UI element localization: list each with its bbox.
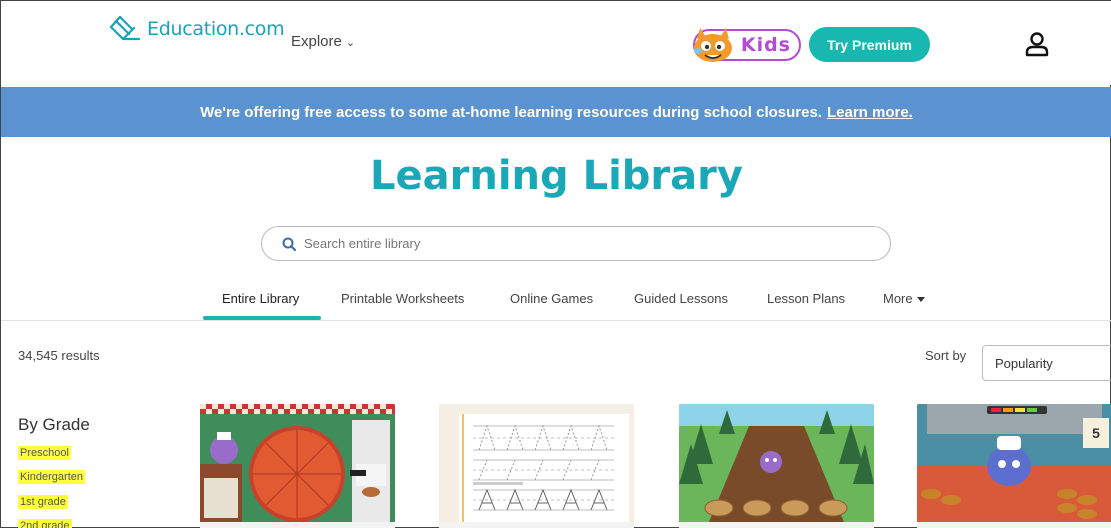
sort-select[interactable]: Popularity (982, 345, 1111, 381)
tab-lesson-plans[interactable]: Lesson Plans (767, 291, 845, 306)
burger-cat-game-card[interactable]: 5 (917, 404, 1111, 528)
grade-filter-preschool[interactable]: Preschool (18, 446, 71, 460)
card-footer (200, 522, 395, 528)
library-tabs: Entire Library Printable Worksheets Onli… (1, 291, 1111, 321)
card-footer (679, 522, 874, 528)
kids-mascot-icon (694, 28, 732, 62)
page-title: Learning Library (370, 153, 743, 199)
forest-monster-game-card[interactable] (679, 404, 874, 528)
banner-message: We're offering free access to some at-ho… (200, 103, 822, 121)
card-footer (917, 522, 1111, 528)
tabs-divider (1, 320, 1111, 321)
kids-label: Kids (740, 34, 791, 56)
sort-select-value: Popularity (995, 355, 1053, 371)
grade-filter-1st-grade[interactable]: 1st grade (18, 495, 68, 509)
caret-down-icon (916, 297, 925, 303)
tab-printable-worksheets[interactable]: Printable Worksheets (341, 291, 464, 306)
chevron-down-icon: ⌄ (345, 37, 356, 49)
explore-menu[interactable]: Explore ⌄ (291, 33, 355, 50)
education-logo[interactable]: Education.com (107, 13, 285, 45)
by-grade-heading: By Grade (18, 415, 90, 434)
card-thumbnail (439, 404, 634, 522)
tab-more-label: More (883, 291, 913, 306)
pizza-game-card[interactable] (200, 404, 395, 528)
results-count: 34,545 results (18, 348, 100, 363)
card-footer (439, 522, 634, 528)
top-navigation-bar: Education.com Explore ⌄ Kids Try Premium (1, 1, 1111, 85)
tab-entire-library[interactable]: Entire Library (222, 291, 299, 306)
search-icon (282, 237, 296, 251)
search-input[interactable] (304, 236, 864, 251)
card-thumbnail (200, 404, 395, 522)
tab-more[interactable]: More (883, 291, 925, 306)
learn-more-link[interactable]: Learn more. (827, 104, 913, 121)
tab-online-games[interactable]: Online Games (510, 291, 593, 306)
tab-guided-lessons[interactable]: Guided Lessons (634, 291, 728, 306)
logo-text: Education.com (147, 18, 285, 40)
explore-label: Explore (291, 33, 342, 50)
kids-link[interactable]: Kids (693, 28, 801, 62)
user-icon[interactable] (1025, 31, 1049, 57)
grade-filter-2nd-grade[interactable]: 2nd grade (18, 519, 72, 528)
letter-tracing-worksheet-card[interactable] (439, 404, 634, 528)
try-premium-button[interactable]: Try Premium (809, 27, 930, 62)
card-thumbnail (679, 404, 874, 522)
school-closure-banner: We're offering free access to some at-ho… (1, 87, 1111, 137)
sort-by-label: Sort by (925, 348, 967, 363)
svg-text:5: 5 (1092, 425, 1100, 441)
grade-filter-kindergarten[interactable]: Kindergarten (18, 470, 85, 484)
card-thumbnail: 5 (917, 404, 1111, 522)
search-bar[interactable] (261, 226, 891, 261)
book-stack-icon (109, 15, 141, 41)
